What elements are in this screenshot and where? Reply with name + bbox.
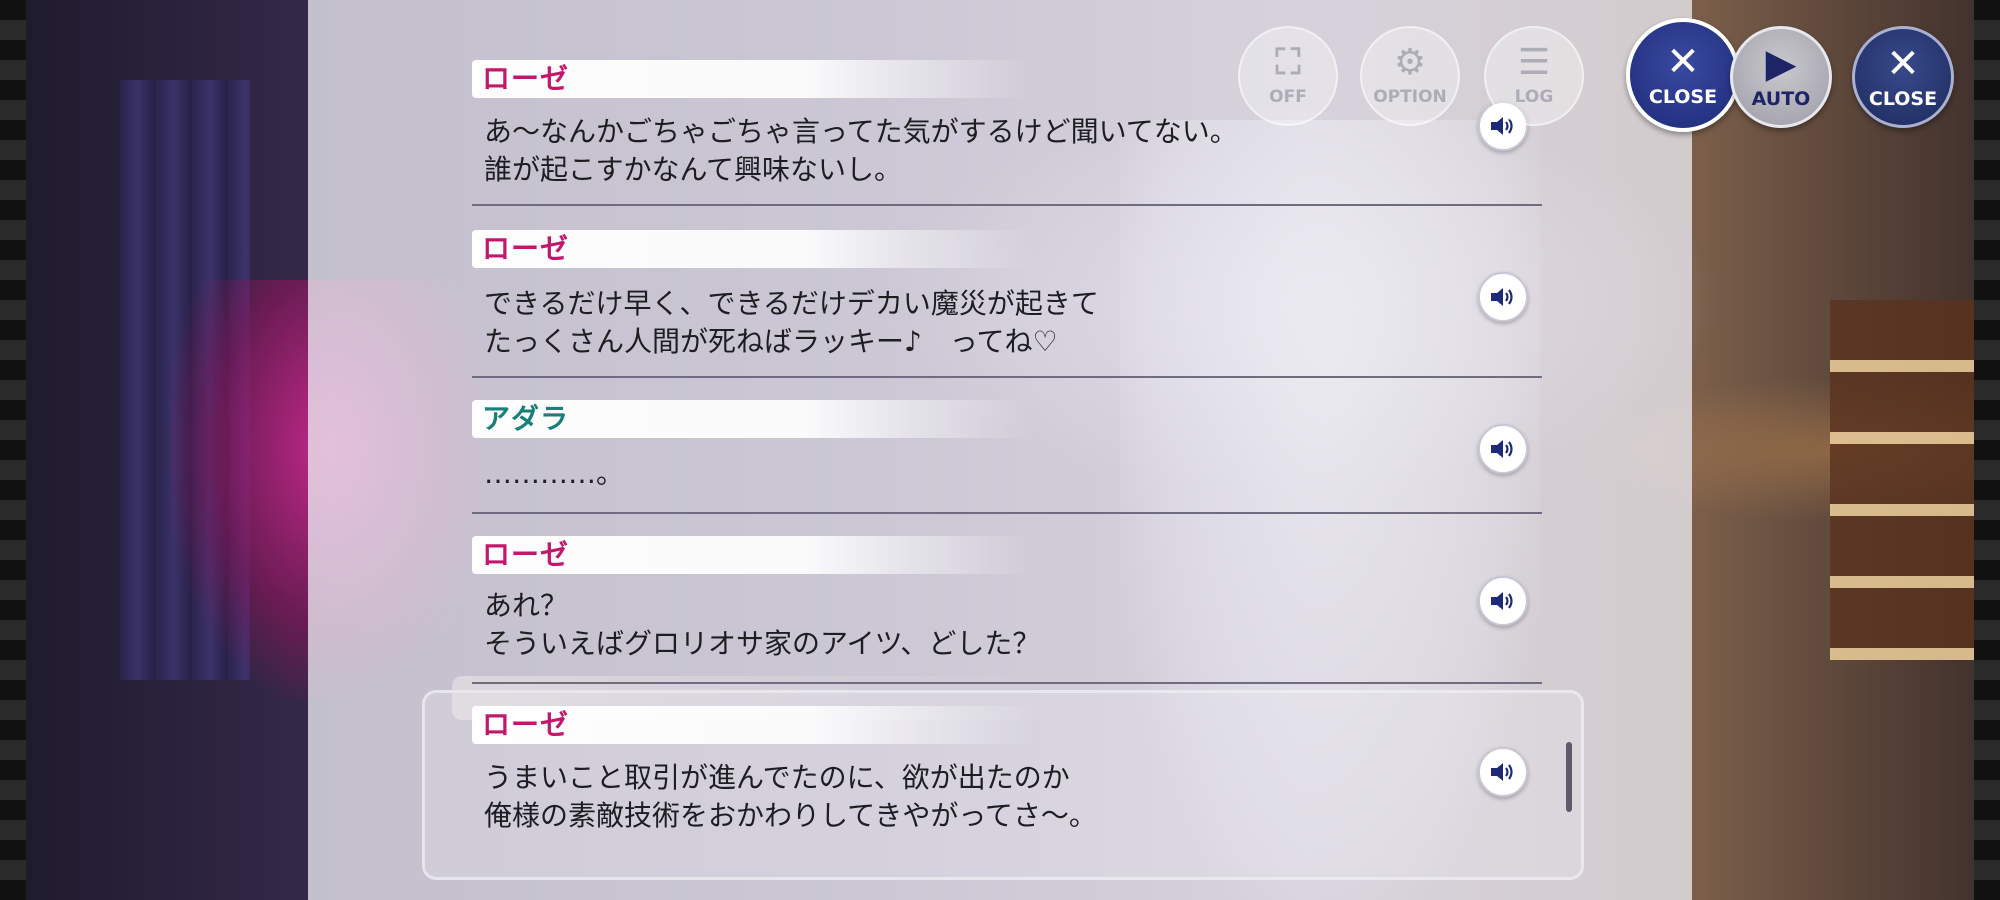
log-entry: ローゼ できるだけ早く、できるだけデカい魔災が起きて たっくさん人間が死ねばラッ… (472, 230, 1542, 380)
dialogue-line: あ〜なんかごちゃごちゃ言ってた気がするけど聞いてない。 (484, 115, 1238, 148)
log-button[interactable]: ☰ LOG (1484, 26, 1584, 126)
dialogue-line: うまいこと取引が進んでたのに、欲が出たのか (484, 761, 1070, 794)
dialogue-line: …………。 (484, 457, 625, 490)
speaker-plate: ローゼ (472, 706, 1032, 744)
divider (472, 512, 1542, 514)
speaker-icon (1491, 288, 1513, 306)
right-border-pattern (1974, 0, 2000, 900)
dialogue-line: できるだけ早く、できるだけデカい魔災が起きて (484, 287, 1099, 320)
divider (472, 204, 1542, 206)
option-button[interactable]: ⚙ OPTION (1360, 26, 1460, 126)
fullscreen-icon: ⛶ (1275, 42, 1301, 83)
voice-replay-button[interactable] (1478, 747, 1528, 797)
dialogue-line: たっくさん人間が死ねばラッキー♪ ってね♡ (484, 325, 1058, 358)
speaker-plate: アダラ (472, 400, 1032, 438)
dialogue-line: あれ？ (484, 589, 569, 622)
play-icon: ▶ (1765, 41, 1797, 87)
speaker-name: ローゼ (482, 538, 570, 571)
log-entry: アダラ …………。 (472, 400, 1542, 516)
voice-replay-button[interactable] (1478, 272, 1528, 322)
close-button[interactable]: ✕ CLOSE (1852, 26, 1954, 128)
divider (472, 376, 1542, 378)
close-icon: ✕ (1666, 39, 1700, 85)
speaker-icon (1491, 592, 1513, 610)
speaker-icon (1491, 440, 1513, 458)
log-scrollbar[interactable] (1566, 742, 1572, 812)
close-log-button[interactable]: ✕ CLOSE (1626, 18, 1740, 132)
fullscreen-button[interactable]: ⛶ OFF (1238, 26, 1338, 126)
speaker-plate: ローゼ (472, 536, 1032, 574)
log-entry: ローゼ あれ？ そういえばグロリオサ家のアイツ、どした？ (472, 536, 1542, 686)
speaker-name: ローゼ (482, 232, 570, 265)
log-entry: ローゼ うまいこと取引が進んでたのに、欲が出たのか 俺様の素敵技術をおかわりして… (472, 706, 1542, 846)
left-border-pattern (0, 0, 26, 900)
bar-shelves (1830, 300, 1980, 660)
dialogue-line: 誰が起こすかなんて興味ないし。 (484, 153, 903, 186)
close-label: CLOSE (1648, 86, 1718, 108)
speaker-name: ローゼ (482, 708, 570, 741)
auto-button[interactable]: ▶ AUTO (1730, 26, 1832, 128)
voice-replay-button[interactable] (1478, 576, 1528, 626)
dialogue-line: 俺様の素敵技術をおかわりしてきやがってさ〜。 (484, 799, 1097, 832)
fullscreen-label: OFF (1269, 87, 1307, 107)
speaker-plate: ローゼ (472, 60, 1032, 98)
voice-replay-button[interactable] (1478, 424, 1528, 474)
speaker-name: ローゼ (482, 62, 570, 95)
speaker-name: アダラ (482, 402, 570, 435)
dialogue-line: そういえばグロリオサ家のアイツ、どした？ (484, 627, 1041, 660)
option-label: OPTION (1373, 87, 1447, 107)
log-icon: ☰ (1517, 42, 1551, 83)
gear-icon: ⚙ (1393, 42, 1427, 83)
close-icon: ✕ (1886, 41, 1920, 87)
auto-label: AUTO (1751, 88, 1811, 110)
log-label: LOG (1514, 87, 1554, 107)
speaker-plate: ローゼ (472, 230, 1032, 268)
close-label: CLOSE (1868, 88, 1938, 110)
divider (472, 682, 1542, 684)
speaker-icon (1491, 763, 1513, 781)
